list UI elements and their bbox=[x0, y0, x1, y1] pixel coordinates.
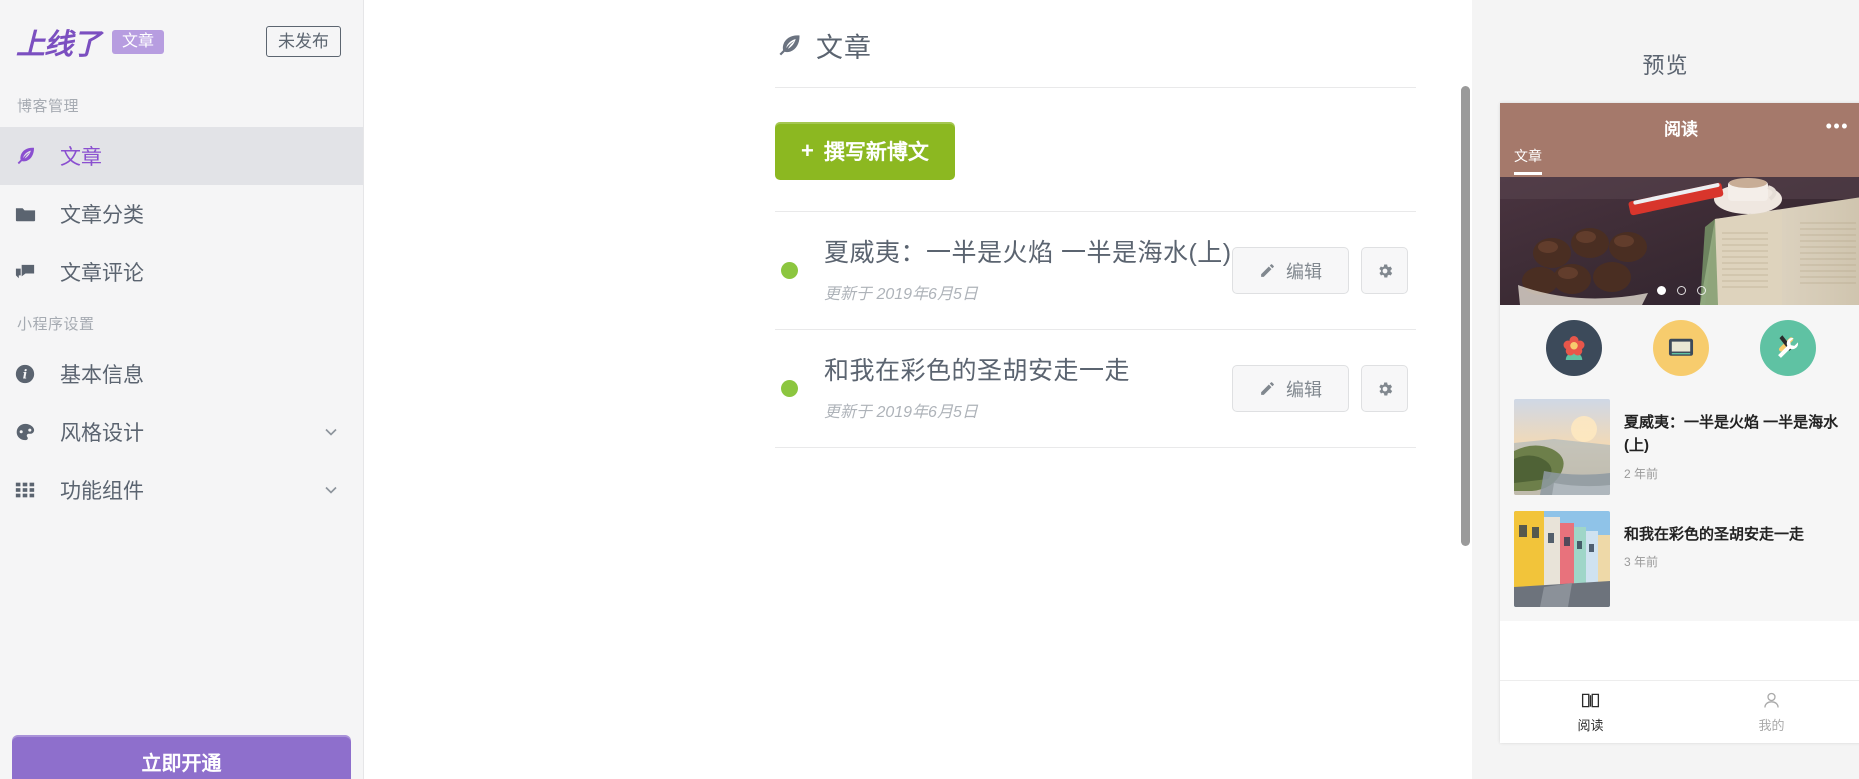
new-post-button-label: 撰写新博文 bbox=[823, 141, 929, 164]
carousel-dot[interactable] bbox=[1656, 286, 1666, 295]
status-badge bbox=[781, 262, 798, 279]
new-post-button[interactable]: + 撰写新博文 bbox=[775, 122, 955, 180]
carousel-dot[interactable] bbox=[1696, 286, 1706, 295]
list-item[interactable]: 夏威夷：一半是火焰 一半是海水(上) 2 年前 bbox=[1514, 391, 1848, 503]
tools-icon[interactable] bbox=[1760, 320, 1817, 376]
palette-icon bbox=[14, 421, 48, 444]
folder-icon bbox=[14, 203, 48, 226]
info-icon: i bbox=[14, 363, 48, 385]
svg-text:i: i bbox=[23, 368, 28, 382]
comments-icon bbox=[14, 261, 48, 284]
more-icon[interactable]: ••• bbox=[1826, 117, 1849, 135]
sidebar-item-categories[interactable]: 文章分类 bbox=[0, 185, 363, 243]
pencil-icon bbox=[1259, 262, 1276, 279]
person-icon bbox=[1761, 690, 1782, 711]
article-thumbnail bbox=[1514, 399, 1610, 495]
article-date: 2 年前 bbox=[1624, 466, 1659, 481]
feather-icon bbox=[14, 145, 48, 167]
tabbar-label: 我的 bbox=[1758, 718, 1785, 733]
pencil-icon bbox=[1259, 380, 1276, 397]
sidebar-item-comments[interactable]: 文章评论 bbox=[0, 243, 363, 301]
post-title[interactable]: 夏威夷：一半是火焰 一半是海水(上) bbox=[824, 237, 1232, 271]
edit-button-label: 编辑 bbox=[1286, 379, 1322, 400]
page-title-row: 文章 bbox=[775, 26, 1416, 87]
status-badge bbox=[781, 380, 798, 397]
monitor-icon[interactable] bbox=[1652, 320, 1709, 376]
scrollbar-thumb[interactable] bbox=[1461, 86, 1470, 546]
brand-logo[interactable]: 上线了 bbox=[16, 21, 101, 63]
preview-panel: 预览 阅读 ••• 文章 夏威夷：一半是火焰 一半是海水(上) 2 年前 和我在… bbox=[1472, 0, 1859, 779]
scrollbar[interactable] bbox=[1459, 86, 1472, 779]
sidebar-item-label: 风格设计 bbox=[60, 422, 144, 445]
feather-icon bbox=[775, 32, 802, 59]
tabbar-item-read[interactable]: 阅读 bbox=[1500, 681, 1681, 743]
edit-button[interactable]: 编辑 bbox=[1232, 247, 1349, 294]
sidebar-item-label: 文章评论 bbox=[60, 262, 144, 285]
article-title: 和我在彩色的圣胡安走一走 bbox=[1624, 526, 1805, 543]
list-item[interactable]: 和我在彩色的圣胡安走一走 3 年前 bbox=[1514, 503, 1848, 615]
sidebar-item-basic-info[interactable]: i 基本信息 bbox=[0, 345, 363, 403]
post-title[interactable]: 和我在彩色的圣胡安走一走 bbox=[824, 355, 1232, 389]
app-root: 上线了 文章 未发布 博客管理 文章 文章分类 文章评论 小程序设置 i 基本信… bbox=[0, 0, 1859, 779]
chevron-down-icon[interactable] bbox=[321, 422, 341, 442]
hero-carousel[interactable] bbox=[1500, 177, 1859, 305]
post-texts: 夏威夷：一半是火焰 一半是海水(上) 更新于 2019年6月5日 bbox=[824, 237, 1232, 304]
sidebar-item-components[interactable]: 功能组件 bbox=[0, 461, 363, 519]
sidebar-item-label: 基本信息 bbox=[60, 364, 144, 387]
sidebar: 上线了 文章 未发布 博客管理 文章 文章分类 文章评论 小程序设置 i 基本信… bbox=[0, 0, 364, 779]
tab-articles[interactable]: 文章 bbox=[1514, 146, 1542, 175]
post-updated-at: 更新于 2019年6月5日 bbox=[824, 403, 978, 421]
article-texts: 和我在彩色的圣胡安走一走 3 年前 bbox=[1624, 511, 1804, 570]
post-list: 夏威夷：一半是火焰 一半是海水(上) 更新于 2019年6月5日 编辑 和我在彩… bbox=[775, 211, 1416, 448]
edit-button[interactable]: 编辑 bbox=[1232, 365, 1349, 412]
phone-nav-title: 阅读 bbox=[1664, 120, 1698, 139]
post-actions: 编辑 bbox=[1232, 365, 1408, 412]
grid-icon bbox=[14, 479, 48, 501]
phone-preview: 阅读 ••• 文章 夏威夷：一半是火焰 一半是海水(上) 2 年前 和我在彩色的… bbox=[1500, 103, 1859, 743]
carousel-dot[interactable] bbox=[1676, 286, 1686, 295]
article-title: 夏威夷：一半是火焰 一半是海水(上) bbox=[1624, 414, 1839, 455]
article-list: 夏威夷：一半是火焰 一半是海水(上) 2 年前 和我在彩色的圣胡安走一走 3 年… bbox=[1500, 391, 1859, 621]
gear-icon bbox=[1376, 380, 1394, 398]
flower-icon[interactable] bbox=[1545, 320, 1602, 376]
header-divider bbox=[775, 87, 1416, 88]
book-icon bbox=[1580, 690, 1601, 711]
sidebar-item-label: 功能组件 bbox=[60, 480, 144, 503]
sidebar-item-label: 文章分类 bbox=[60, 204, 144, 227]
phone-navbar: 阅读 ••• 文章 bbox=[1500, 103, 1859, 177]
brand-chip: 文章 bbox=[112, 29, 165, 54]
carousel-dots[interactable] bbox=[1500, 286, 1859, 295]
upgrade-button[interactable]: 立即开通 bbox=[12, 735, 351, 779]
post-updated-at: 更新于 2019年6月5日 bbox=[824, 285, 978, 303]
tabbar-label: 阅读 bbox=[1577, 718, 1604, 733]
post-actions: 编辑 bbox=[1232, 247, 1408, 294]
publish-status-badge[interactable]: 未发布 bbox=[266, 25, 341, 58]
post-texts: 和我在彩色的圣胡安走一走 更新于 2019年6月5日 bbox=[824, 355, 1232, 422]
table-row[interactable]: 和我在彩色的圣胡安走一走 更新于 2019年6月5日 编辑 bbox=[775, 330, 1416, 448]
gear-icon bbox=[1376, 262, 1394, 280]
plus-icon: + bbox=[801, 138, 814, 163]
sidebar-item-style-design[interactable]: 风格设计 bbox=[0, 403, 363, 461]
nav-group-label-miniapp: 小程序设置 bbox=[17, 316, 95, 333]
page-title: 文章 bbox=[816, 33, 872, 63]
table-row[interactable]: 夏威夷：一半是火焰 一半是海水(上) 更新于 2019年6月5日 编辑 bbox=[775, 212, 1416, 330]
main-content: 文章 + 撰写新博文 夏威夷：一半是火焰 一半是海水(上) 更新于 2019年6… bbox=[364, 0, 1472, 779]
settings-button[interactable] bbox=[1361, 365, 1408, 412]
brand-row: 上线了 文章 未发布 bbox=[0, 0, 363, 83]
phone-tabbar: 阅读 我的 bbox=[1500, 680, 1859, 743]
article-texts: 夏威夷：一半是火焰 一半是海水(上) 2 年前 bbox=[1624, 399, 1848, 482]
preview-title: 预览 bbox=[1642, 53, 1689, 78]
nav-group-label-blog: 博客管理 bbox=[17, 98, 80, 115]
shortcut-row bbox=[1500, 305, 1859, 391]
article-thumbnail bbox=[1514, 511, 1610, 607]
phone-tab-row: 文章 bbox=[1514, 146, 1542, 175]
settings-button[interactable] bbox=[1361, 247, 1408, 294]
chevron-down-icon[interactable] bbox=[321, 480, 341, 500]
edit-button-label: 编辑 bbox=[1286, 261, 1322, 282]
main-inner: 文章 + 撰写新博文 夏威夷：一半是火焰 一半是海水(上) 更新于 2019年6… bbox=[775, 0, 1416, 448]
article-date: 3 年前 bbox=[1624, 555, 1659, 570]
sidebar-item-articles[interactable]: 文章 bbox=[0, 127, 363, 185]
tabbar-item-profile[interactable]: 我的 bbox=[1681, 681, 1859, 743]
sidebar-item-label: 文章 bbox=[60, 146, 102, 169]
